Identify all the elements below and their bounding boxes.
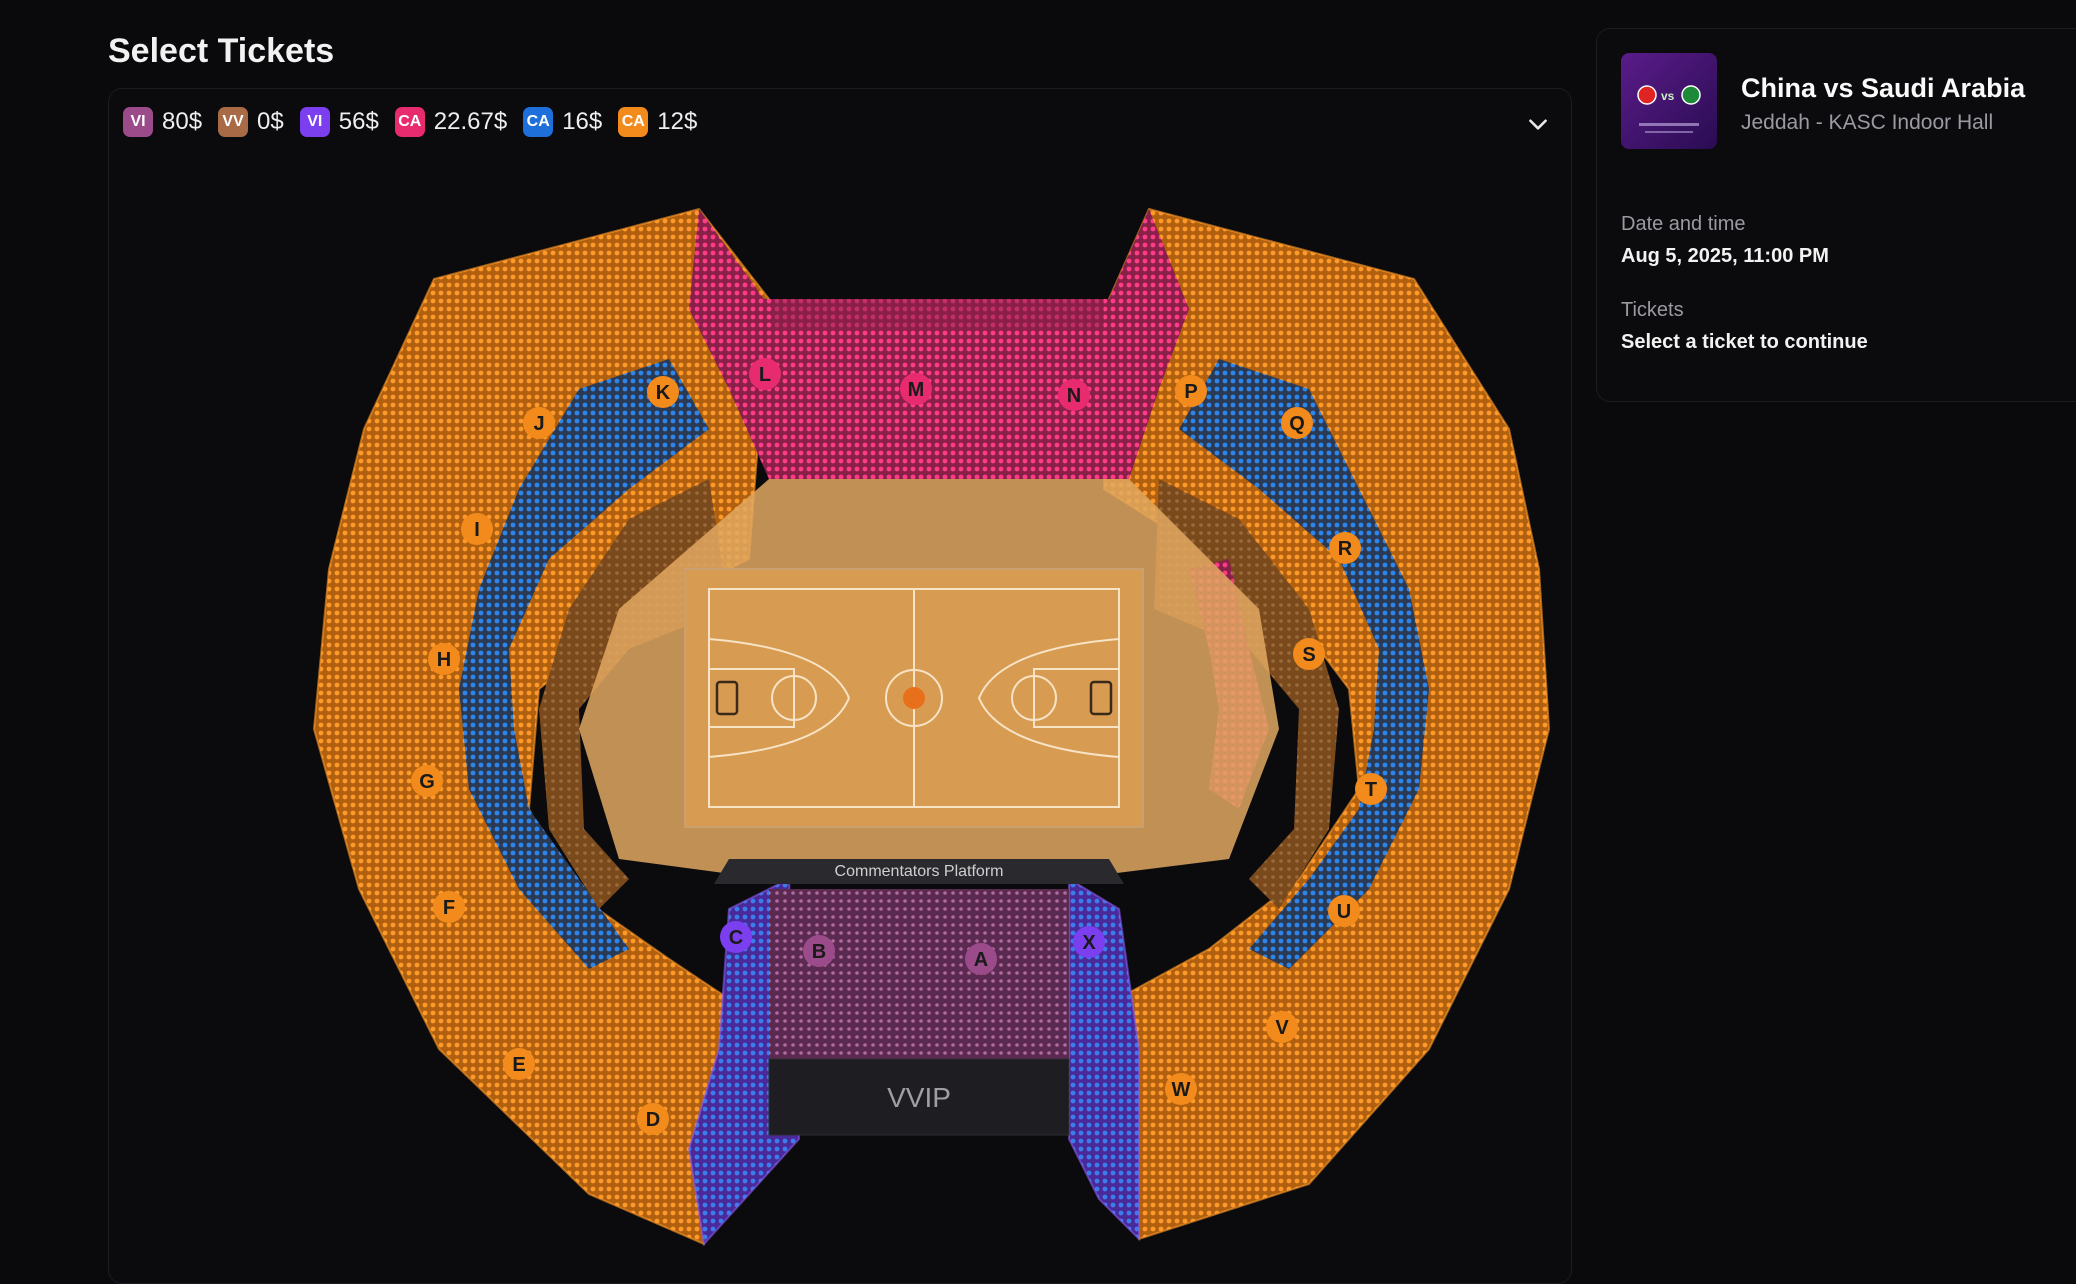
svg-text:B: B (812, 941, 826, 963)
svg-text:A: A (974, 949, 988, 971)
date-value: Aug 5, 2025, 11:00 PM (1621, 245, 1829, 267)
thumb-vs-label: vs (1661, 89, 1675, 103)
svg-text:N: N (1067, 385, 1081, 407)
court-side-mauve[interactable] (769, 889, 1069, 1059)
svg-text:S: S (1302, 644, 1315, 666)
event-thumbnail: vs (1621, 53, 1717, 149)
arena-seat-map: Commentators Platform VVIP A B C D E F G… (312, 207, 1551, 1247)
section-T-label[interactable]: T (1355, 773, 1387, 805)
section-J-label[interactable]: J (523, 407, 555, 439)
seat-map-panel: VI 80$ VV 0$ VI 56$ CA 22.67$ CA 16$ CA … (108, 88, 1572, 1284)
svg-text:I: I (474, 519, 480, 541)
svg-text:G: G (419, 771, 435, 793)
section-P-label[interactable]: P (1175, 375, 1207, 407)
section-B-label[interactable]: B (803, 935, 835, 967)
section-U-label[interactable]: U (1328, 895, 1360, 927)
event-info-card: vs China vs Saudi Arabia Jeddah - KASC I… (1596, 28, 2076, 402)
section-Q-label[interactable]: Q (1281, 407, 1313, 439)
svg-text:U: U (1337, 901, 1351, 923)
section-V-label[interactable]: V (1266, 1011, 1298, 1043)
svg-text:P: P (1184, 381, 1197, 403)
section-C-label[interactable]: C (720, 921, 752, 953)
svg-text:C: C (729, 927, 743, 949)
svg-text:T: T (1365, 779, 1377, 801)
svg-text:K: K (656, 382, 671, 404)
section-A-label[interactable]: A (965, 943, 997, 975)
section-L-label[interactable]: L (749, 358, 781, 390)
svg-text:R: R (1338, 538, 1353, 560)
section-E-label[interactable]: E (503, 1048, 535, 1080)
svg-text:D: D (646, 1109, 660, 1131)
section-M-label[interactable]: M (900, 373, 932, 405)
svg-text:F: F (443, 897, 455, 919)
page-title: Select Tickets (108, 32, 335, 70)
svg-text:M: M (908, 379, 925, 401)
commentators-platform-label: Commentators Platform (835, 863, 1004, 880)
svg-text:Q: Q (1289, 413, 1305, 435)
svg-text:J: J (533, 413, 544, 435)
svg-text:X: X (1082, 932, 1096, 954)
section-G-label[interactable]: G (411, 765, 443, 797)
svg-text:V: V (1275, 1017, 1289, 1039)
section-F-label[interactable]: F (433, 891, 465, 923)
svg-text:L: L (759, 364, 771, 386)
basketball-court (684, 568, 1144, 828)
svg-text:H: H (437, 649, 451, 671)
date-label: Date and time (1621, 213, 1746, 235)
section-X-label[interactable]: X (1073, 926, 1105, 958)
svg-text:E: E (512, 1054, 525, 1076)
section-R-label[interactable]: R (1329, 532, 1361, 564)
section-D-label[interactable]: D (637, 1103, 669, 1135)
svg-text:W: W (1172, 1079, 1191, 1101)
vvip-label: VVIP (887, 1082, 951, 1113)
tickets-value: Select a ticket to continue (1621, 331, 1868, 353)
section-S-label[interactable]: S (1293, 638, 1325, 670)
section-H-label[interactable]: H (428, 643, 460, 675)
tickets-label: Tickets (1621, 299, 1684, 321)
section-I-label[interactable]: I (461, 513, 493, 545)
section-N-label[interactable]: N (1058, 379, 1090, 411)
event-venue: Jeddah - KASC Indoor Hall (1741, 111, 1994, 134)
section-W-label[interactable]: W (1165, 1073, 1197, 1105)
section-K-label[interactable]: K (647, 376, 679, 408)
event-title: China vs Saudi Arabia (1741, 73, 2026, 103)
